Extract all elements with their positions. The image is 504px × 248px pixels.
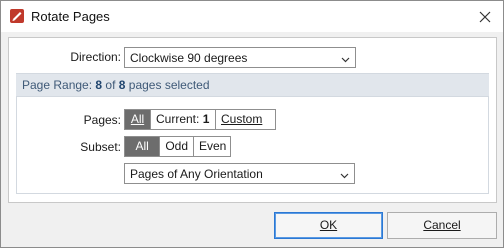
orientation-dropdown[interactable]: Pages of Any Orientation [124,163,355,184]
subset-option-even[interactable]: Even [193,137,230,156]
rotate-pages-dialog: Rotate Pages Direction: Clockwise 90 deg… [0,0,504,248]
pdf-editor-app-icon [9,8,25,24]
direction-label: Direction: [70,50,121,64]
pages-option-all[interactable]: All [125,110,150,129]
page-range-header: Page Range: 8 of 8 pages selected [16,73,489,97]
subset-option-odd[interactable]: Odd [159,137,193,156]
direction-value: Clockwise 90 degrees [130,51,248,65]
orientation-value: Pages of Any Orientation [130,167,263,181]
subset-option-all[interactable]: All [125,137,160,156]
close-icon [479,11,491,22]
subset-label: Subset: [80,140,121,154]
direction-dropdown[interactable]: Clockwise 90 degrees [124,47,356,68]
pages-segmented-control: All Current: 1 Custom [124,109,276,130]
chevron-down-icon [341,53,350,67]
close-button[interactable] [467,1,503,32]
window-title: Rotate Pages [31,9,110,24]
ok-button[interactable]: OK [274,212,383,239]
page-range-summary: Page Range: 8 of 8 pages selected [22,78,210,92]
chevron-down-icon [340,169,349,183]
pages-option-current[interactable]: Current: 1 [150,110,215,129]
pages-label: Pages: [83,113,121,127]
cancel-button[interactable]: Cancel [387,212,497,239]
subset-segmented-control: All Odd Even [124,136,231,157]
pages-option-custom[interactable]: Custom [215,110,267,129]
title-bar: Rotate Pages [1,1,503,32]
